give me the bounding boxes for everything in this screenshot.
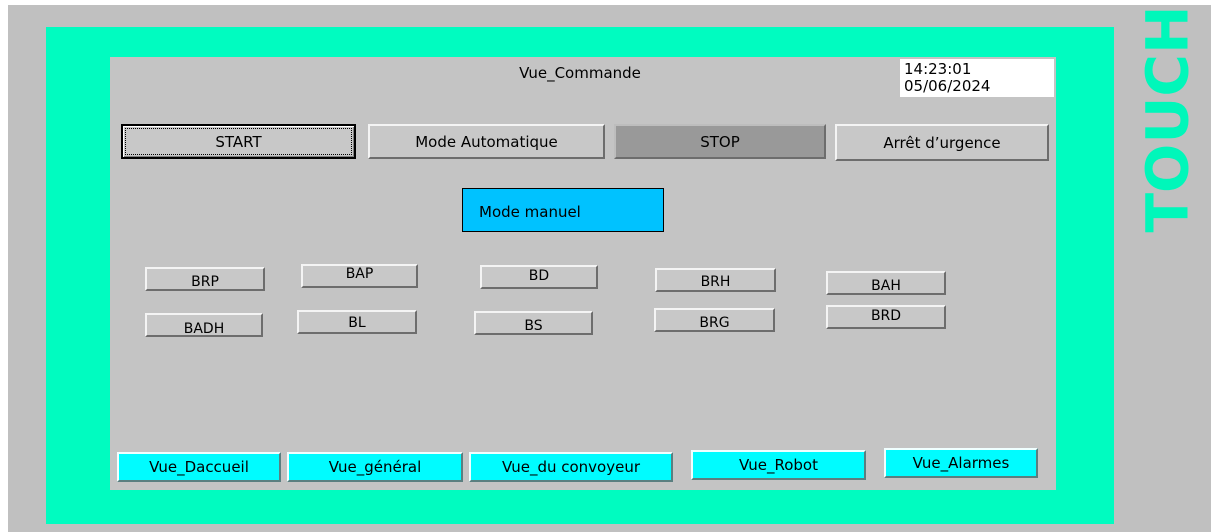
date-display: 05/06/2024 [904, 77, 991, 95]
brg-button[interactable]: BRG [654, 308, 775, 332]
stop-button[interactable]: STOP [614, 124, 826, 159]
nav-vue-daccueil[interactable]: Vue_Daccueil [117, 452, 281, 482]
bah-button[interactable]: BAH [826, 271, 946, 295]
datetime-display: 14:23:01 05/06/2024 [900, 59, 1054, 97]
bs-button[interactable]: BS [474, 311, 593, 335]
start-button[interactable]: START [121, 124, 356, 159]
time-display: 14:23:01 [904, 60, 972, 78]
badh-button[interactable]: BADH [145, 313, 263, 337]
page-title: Vue_Commande [519, 64, 641, 82]
mode-manuel-button[interactable]: Mode manuel [462, 188, 664, 232]
brp-button[interactable]: BRP [145, 267, 265, 291]
bd-button[interactable]: BD [480, 265, 598, 289]
mode-automatique-button[interactable]: Mode Automatique [368, 124, 605, 159]
nav-vue-convoyeur[interactable]: Vue_du convoyeur [469, 452, 673, 482]
brand-text: TOUCH [1133, 5, 1202, 233]
brh-button[interactable]: BRH [655, 268, 776, 292]
bap-button[interactable]: BAP [301, 264, 418, 288]
nav-vue-alarmes[interactable]: Vue_Alarmes [884, 448, 1038, 478]
brd-button[interactable]: BRD [826, 305, 946, 329]
nav-vue-general[interactable]: Vue_général [287, 452, 463, 482]
bl-button[interactable]: BL [297, 310, 417, 334]
emergency-stop-button[interactable]: Arrêt d’urgence [835, 124, 1049, 161]
nav-vue-robot[interactable]: Vue_Robot [691, 450, 866, 480]
brand-logo: TOUCH [1130, 5, 1205, 232]
